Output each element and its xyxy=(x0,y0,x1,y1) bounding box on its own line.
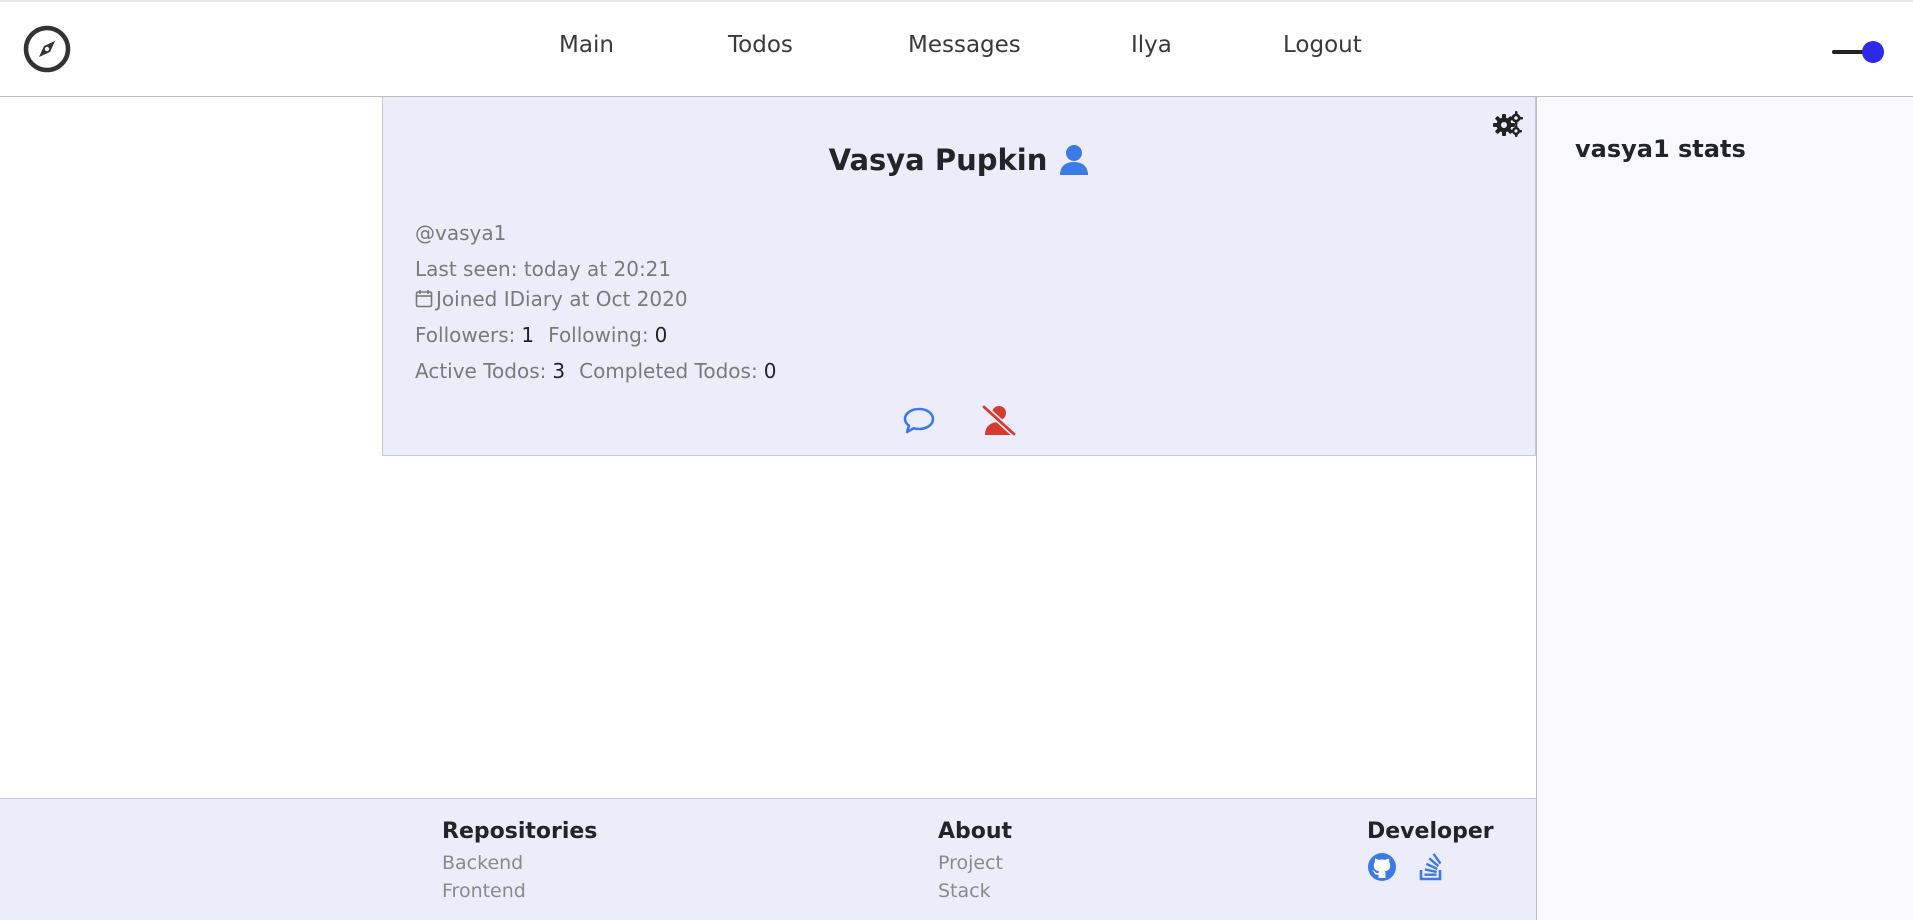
last-seen-text: Last seen: today at 20:21 xyxy=(415,257,672,281)
todo-stats: Active Todos: 3 Completed Todos: 0 xyxy=(415,359,776,383)
nav-logout-link[interactable]: Logout xyxy=(1283,32,1362,58)
nav-main-link[interactable]: Main xyxy=(559,32,614,58)
backend-link[interactable]: Backend xyxy=(442,852,597,874)
followers-count[interactable]: 1 xyxy=(521,323,534,347)
calendar-icon xyxy=(415,290,433,308)
repositories-heading: Repositories xyxy=(442,819,598,844)
active-todos-label: Active Todos: xyxy=(415,359,547,383)
nav-todos-link[interactable]: Todos xyxy=(728,32,793,58)
developer-heading: Developer xyxy=(1367,819,1494,844)
main-nav: Main Todos Messages Ilya Logout xyxy=(0,32,1913,72)
user-icon xyxy=(1060,145,1089,175)
about-heading: About xyxy=(938,819,1013,844)
footer-about: About Project Stack xyxy=(938,819,1012,908)
joined-row: Joined IDiary at Oct 2020 xyxy=(415,287,688,311)
footer-developer: Developer xyxy=(1367,819,1494,886)
joined-text: Joined IDiary at Oct 2020 xyxy=(436,287,688,311)
frontend-link[interactable]: Frontend xyxy=(442,880,597,902)
stack-link[interactable]: Stack xyxy=(938,880,1012,902)
active-todos-count: 3 xyxy=(552,359,566,383)
stats-sidebar: vasya1 stats xyxy=(1536,97,1913,920)
following-count[interactable]: 0 xyxy=(655,323,668,347)
nav-messages-link[interactable]: Messages xyxy=(908,32,1021,58)
github-icon[interactable] xyxy=(1367,852,1397,882)
completed-todos-count: 0 xyxy=(763,359,777,383)
completed-todos-label: Completed Todos: xyxy=(579,359,758,383)
user-slash-icon[interactable] xyxy=(981,403,1016,437)
toggle-switch-icon[interactable] xyxy=(1832,39,1887,65)
footer: Repositories Backend Frontend About Proj… xyxy=(0,798,1536,920)
profile-card: Vasya Pupkin @vasya1 Last seen: today at… xyxy=(382,97,1536,456)
profile-username: @vasya1 xyxy=(415,221,507,245)
nav-user-link[interactable]: Ilya xyxy=(1131,32,1172,58)
stackoverflow-icon[interactable] xyxy=(1416,852,1446,882)
profile-header: Vasya Pupkin xyxy=(383,143,1535,177)
stats-title: vasya1 stats xyxy=(1575,135,1746,163)
following-label: Following: xyxy=(548,323,649,347)
gears-icon[interactable] xyxy=(1493,111,1523,137)
footer-repositories: Repositories Backend Frontend xyxy=(442,819,597,908)
top-navbar: Main Todos Messages Ilya Logout xyxy=(0,0,1913,97)
project-link[interactable]: Project xyxy=(938,852,1012,874)
chat-bubble-icon[interactable] xyxy=(902,403,936,437)
followers-label: Followers: xyxy=(415,323,516,347)
follow-stats: Followers: 1 Following: 0 xyxy=(415,323,667,347)
profile-actions xyxy=(383,403,1535,441)
profile-name: Vasya Pupkin xyxy=(828,143,1048,177)
